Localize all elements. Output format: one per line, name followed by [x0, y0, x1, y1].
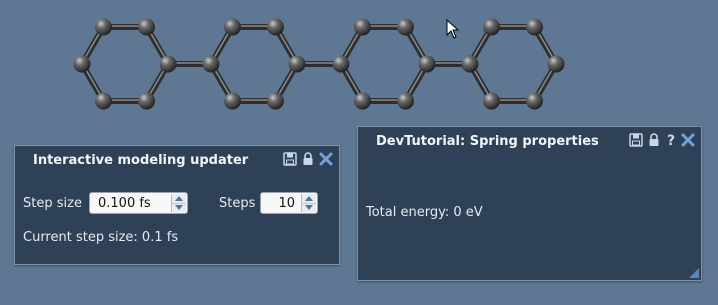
carbon-atom[interactable] — [354, 18, 371, 36]
carbon-atom[interactable] — [288, 55, 306, 73]
step-size-decrement-button[interactable] — [172, 202, 186, 212]
arrow-up-icon — [175, 195, 183, 201]
step-size-label: Step size — [23, 196, 82, 211]
resize-handle-icon[interactable] — [689, 268, 699, 278]
steps-value: 10 — [278, 196, 295, 211]
carbon-atom[interactable] — [418, 55, 436, 73]
mouse-cursor-icon — [446, 19, 460, 39]
updater-title: Interactive modeling updater — [33, 153, 249, 168]
carbon-atom[interactable] — [73, 55, 91, 73]
carbon-atom[interactable] — [267, 18, 284, 36]
carbon-atom[interactable] — [224, 18, 241, 36]
arrow-up-icon — [305, 195, 313, 201]
carbon-atom[interactable] — [138, 18, 155, 36]
carbon-atom[interactable] — [95, 18, 112, 36]
steps-label: Steps — [219, 196, 256, 211]
carbon-atom[interactable] — [483, 18, 500, 36]
spring-title: DevTutorial: Spring properties — [376, 134, 599, 149]
step-size-increment-button[interactable] — [172, 194, 186, 203]
carbon-atom[interactable] — [547, 55, 565, 73]
close-icon[interactable] — [681, 133, 695, 147]
spring-titlebar[interactable]: DevTutorial: Spring properties ? — [358, 127, 701, 155]
carbon-atom[interactable] — [526, 18, 543, 36]
spring-properties-panel: DevTutorial: Spring properties ? Total e… — [357, 126, 702, 281]
carbon-atom[interactable] — [483, 92, 500, 110]
carbon-atom[interactable] — [397, 92, 414, 110]
carbon-atom[interactable] — [95, 92, 112, 110]
updater-panel: Interactive modeling updater Step size 0… — [14, 145, 340, 265]
carbon-atom[interactable] — [159, 55, 177, 73]
updater-titlebar[interactable]: Interactive modeling updater — [15, 146, 339, 174]
step-size-spinbox[interactable]: 0.100 fs — [89, 192, 188, 214]
save-icon[interactable] — [283, 152, 297, 166]
lock-icon[interactable] — [301, 152, 315, 166]
carbon-atom[interactable] — [526, 92, 543, 110]
current-step-size-text: Current step size: 0.1 fs — [23, 230, 179, 245]
lock-icon[interactable] — [647, 133, 661, 147]
carbon-atom[interactable] — [332, 55, 350, 73]
arrow-down-icon — [175, 205, 183, 211]
carbon-atom[interactable] — [354, 92, 371, 110]
molecule-structure[interactable] — [0, 0, 718, 130]
arrow-down-icon — [305, 205, 313, 211]
save-icon[interactable] — [629, 133, 643, 147]
step-size-value: 0.100 fs — [98, 196, 151, 211]
help-icon[interactable]: ? — [665, 133, 677, 147]
carbon-atom[interactable] — [267, 92, 284, 110]
carbon-atom[interactable] — [397, 18, 414, 36]
carbon-atom[interactable] — [224, 92, 241, 110]
total-energy-text: Total energy: 0 eV — [366, 205, 483, 220]
carbon-atom[interactable] — [461, 55, 479, 73]
steps-decrement-button[interactable] — [302, 202, 316, 212]
close-icon[interactable] — [319, 152, 333, 166]
carbon-atom[interactable] — [202, 55, 220, 73]
steps-increment-button[interactable] — [302, 194, 316, 203]
carbon-atom[interactable] — [138, 92, 155, 110]
steps-spinbox[interactable]: 10 — [260, 192, 318, 214]
svg-text:?: ? — [667, 133, 675, 147]
